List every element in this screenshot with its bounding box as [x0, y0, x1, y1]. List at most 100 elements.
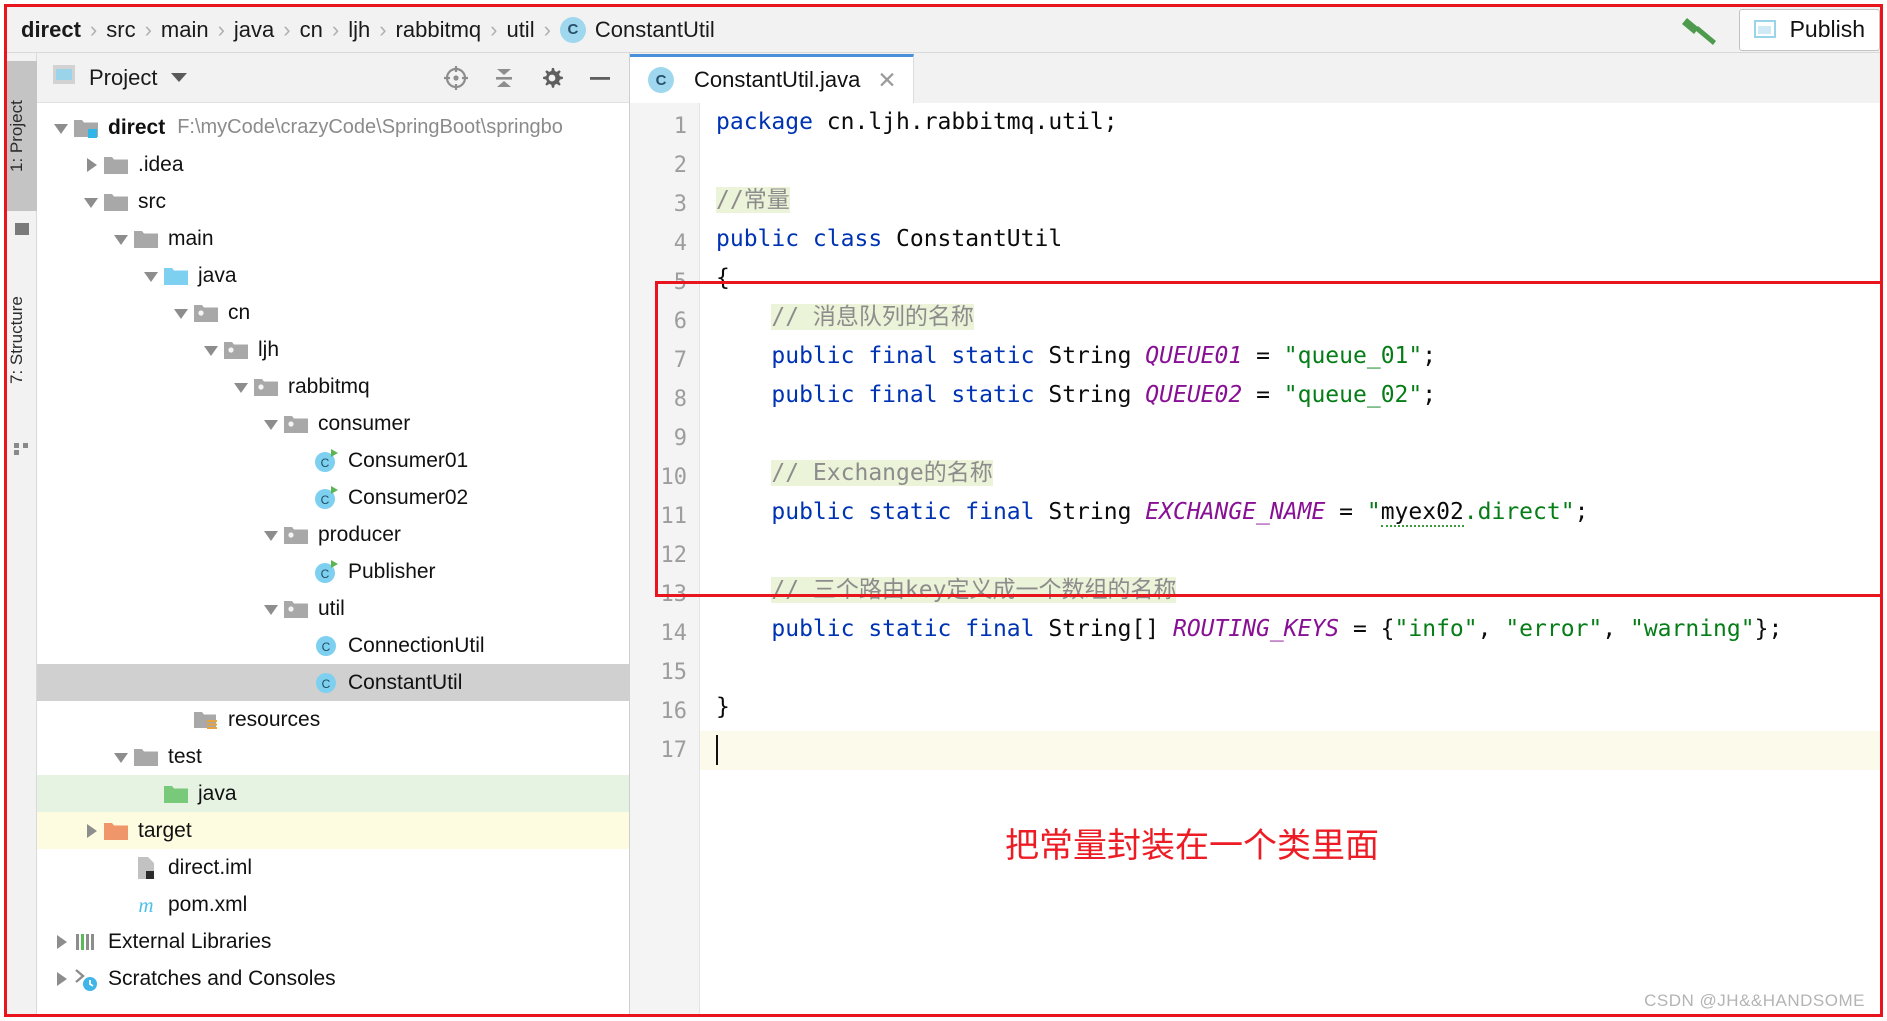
chevron-down-icon[interactable]: [111, 228, 133, 250]
breadcrumb-item-src[interactable]: src: [106, 17, 135, 43]
tree-node-publisher[interactable]: C Publisher: [37, 553, 629, 590]
tree-node-external-libraries[interactable]: External Libraries: [37, 923, 629, 960]
breadcrumb-separator: ›: [144, 16, 152, 42]
code-token: ,: [1602, 616, 1630, 642]
chevron-right-icon[interactable]: [51, 968, 73, 990]
tree-node-direct-iml[interactable]: direct.iml: [37, 849, 629, 886]
tree-node-ljh[interactable]: ljh: [37, 331, 629, 368]
tree-arrow-placeholder: [291, 487, 313, 509]
code-editor[interactable]: 1 2 3 4 5 6 7 8 9 10 11 12 13 14 15 16 17 package cn.ljh…: [630, 103, 1880, 1014]
hammer-icon[interactable]: [1679, 12, 1721, 48]
breadcrumb-item-cn[interactable]: cn: [300, 17, 323, 43]
code-token: public class: [716, 226, 897, 252]
chevron-down-icon[interactable]: [201, 339, 223, 361]
chevron-down-icon[interactable]: [141, 265, 163, 287]
project-panel-header: Project: [37, 53, 629, 103]
line-number: 16: [660, 699, 688, 724]
code-token: "warning": [1629, 616, 1755, 642]
breadcrumb-class[interactable]: ConstantUtil: [595, 17, 715, 43]
package-icon: [253, 374, 279, 400]
locate-crosshair-icon[interactable]: [443, 65, 469, 91]
tree-node-consumer01[interactable]: C Consumer01: [37, 442, 629, 479]
scratches-icon: [73, 966, 99, 992]
chevron-down-icon[interactable]: [51, 117, 73, 139]
chevron-down-icon[interactable]: [111, 746, 133, 768]
excluded-folder-icon: [103, 818, 129, 844]
collapse-all-icon[interactable]: [491, 65, 517, 91]
code-token: public final static: [771, 343, 1049, 369]
close-icon[interactable]: ✕: [877, 67, 896, 94]
hide-minimize-icon[interactable]: [587, 65, 613, 91]
resources-root-icon: [193, 707, 219, 733]
breadcrumb-separator: ›: [89, 16, 98, 42]
chevron-down-icon[interactable]: [171, 302, 193, 324]
breadcrumb-item-rabbitmq[interactable]: rabbitmq: [396, 17, 482, 43]
tree-node-cn[interactable]: cn: [37, 294, 629, 331]
package-icon: [193, 300, 219, 326]
code-token: ;: [1422, 382, 1437, 408]
line-number: 7: [673, 348, 687, 373]
chevron-down-icon[interactable]: [261, 413, 283, 435]
tree-node-src[interactable]: src: [37, 183, 629, 220]
chevron-down-icon[interactable]: [81, 191, 103, 213]
code-text: package cn.ljh.rabbitmq.util; //常量 public…: [716, 103, 1880, 1014]
structure-icon: [14, 441, 30, 457]
breadcrumb-item-ljh[interactable]: ljh: [348, 17, 370, 43]
sidebar-tab-structure[interactable]: 7: Structure: [7, 253, 37, 428]
code-token: public static final: [771, 616, 1049, 642]
code-token: EXCHANGE_NAME: [1145, 499, 1326, 525]
editor-tab-constantutil[interactable]: C ConstantUtil.java ✕: [630, 54, 914, 103]
chevron-down-icon[interactable]: [171, 73, 188, 82]
breadcrumb-item-main[interactable]: main: [161, 17, 209, 43]
tree-node-constantutil[interactable]: C ConstantUtil: [37, 664, 629, 701]
tree-node-resources[interactable]: resources: [37, 701, 629, 738]
breadcrumb-separator: ›: [217, 16, 225, 42]
ide-window: direct › src › main › java › cn › ljh › rabbitmq › uti…: [0, 0, 1887, 1021]
tree-node-util[interactable]: util: [37, 590, 629, 627]
tree-node-java[interactable]: java: [37, 775, 629, 812]
tree-node-main[interactable]: main: [37, 220, 629, 257]
chevron-down-icon[interactable]: [231, 376, 253, 398]
tree-node-direct[interactable]: direct F:\myCode\crazyCode\SpringBoot\spr…: [37, 109, 629, 146]
tree-node--idea[interactable]: .idea: [37, 146, 629, 183]
breadcrumb-item-java[interactable]: java: [234, 17, 274, 43]
code-token: ,: [1477, 616, 1506, 642]
project-panel-title: Project: [89, 64, 158, 90]
tree-node-rabbitmq[interactable]: rabbitmq: [37, 368, 629, 405]
code-token: QUEUE02: [1145, 382, 1243, 408]
tree-node-java[interactable]: java: [37, 257, 629, 294]
tree-arrow-placeholder: [141, 783, 163, 805]
test-source-root-icon: [163, 781, 189, 807]
breadcrumb-separator: ›: [490, 16, 498, 42]
tree-node-scratches-and-consoles[interactable]: Scratches and Consoles: [37, 960, 629, 997]
runnable-class-icon: C: [313, 448, 339, 474]
chevron-right-icon[interactable]: [51, 931, 73, 953]
tree-node-label: cn: [228, 300, 251, 324]
tree-node-pom-xml[interactable]: m pom.xml: [37, 886, 629, 923]
tree-node-test[interactable]: test: [37, 738, 629, 775]
package-icon: [283, 522, 309, 548]
publish-button[interactable]: Publish: [1738, 8, 1880, 51]
tree-node-consumer02[interactable]: C Consumer02: [37, 479, 629, 516]
tree-node-label: src: [138, 189, 166, 213]
tree-node-connectionutil[interactable]: C ConnectionUtil: [37, 627, 629, 664]
tree-node-producer[interactable]: producer: [37, 516, 629, 553]
svg-text:C: C: [322, 640, 331, 654]
tree-node-target[interactable]: target: [37, 812, 629, 849]
code-line: public static final String EXCHANGE_NAME…: [716, 493, 1880, 532]
breadcrumb-item-util[interactable]: util: [506, 17, 534, 43]
chevron-down-icon[interactable]: [261, 598, 283, 620]
class-icon: C: [313, 633, 339, 659]
chevron-down-icon[interactable]: [261, 524, 283, 546]
line-number: 8: [673, 387, 687, 412]
breadcrumb-item-direct[interactable]: direct: [21, 17, 81, 43]
folder-icon: [133, 226, 159, 252]
svg-text:m: m: [138, 893, 153, 917]
chevron-right-icon[interactable]: [81, 820, 103, 842]
code-line: // 消息队列的名称: [716, 298, 1880, 337]
sidebar-tab-project[interactable]: 1: Project: [7, 61, 37, 211]
settings-gear-icon[interactable]: [539, 65, 565, 91]
tree-node-consumer[interactable]: consumer: [37, 405, 629, 442]
chevron-right-icon[interactable]: [81, 154, 103, 176]
